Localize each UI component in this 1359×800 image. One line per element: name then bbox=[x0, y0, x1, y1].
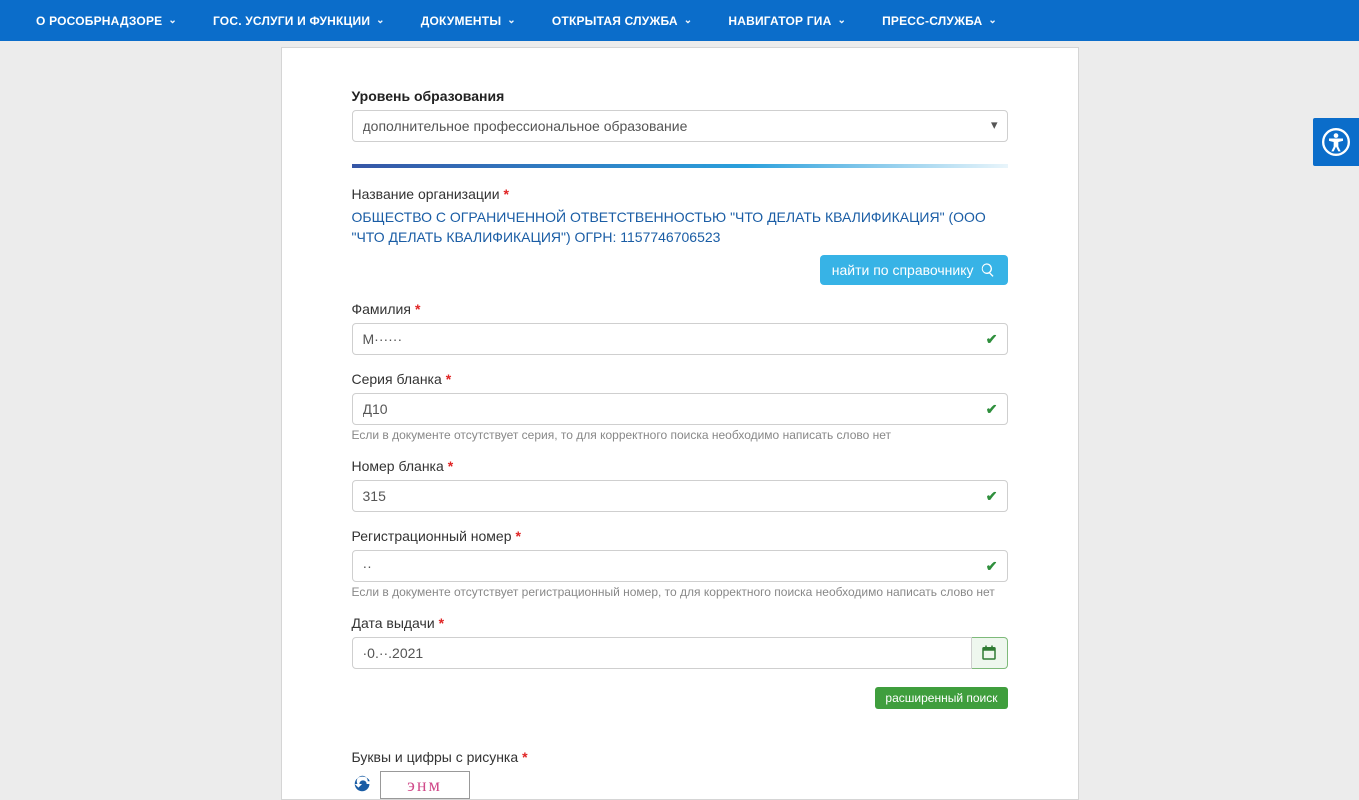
chevron-down-icon: ⌄ bbox=[988, 15, 997, 26]
calendar-button[interactable] bbox=[972, 637, 1008, 669]
chevron-down-icon: ⌄ bbox=[837, 15, 846, 26]
field-education-level: Уровень образования дополнительное профе… bbox=[352, 88, 1008, 142]
field-number: Номер бланка* ✔ bbox=[352, 458, 1008, 512]
series-input[interactable] bbox=[352, 393, 1008, 425]
chevron-down-icon: ⌄ bbox=[507, 15, 516, 26]
date-input[interactable] bbox=[352, 637, 972, 669]
regnumber-label: Регистрационный номер* bbox=[352, 528, 1008, 544]
number-label: Номер бланка* bbox=[352, 458, 1008, 474]
surname-label: Фамилия* bbox=[352, 301, 1008, 317]
lookup-button-label: найти по справочнику bbox=[832, 262, 974, 278]
org-label: Название организации* bbox=[352, 186, 1008, 202]
captcha-label: Буквы и цифры с рисунка* bbox=[352, 749, 1008, 765]
field-surname: Фамилия* ✔ bbox=[352, 301, 1008, 355]
nav-documents[interactable]: ДОКУМЕНТЫ ⌄ bbox=[403, 14, 534, 28]
captcha-image: энм bbox=[380, 771, 470, 799]
regnumber-input[interactable] bbox=[352, 550, 1008, 582]
check-icon: ✔ bbox=[986, 331, 998, 348]
captcha-row: энм bbox=[352, 771, 1008, 799]
regnumber-help: Если в документе отсутствует регистрацио… bbox=[352, 585, 1008, 599]
check-icon: ✔ bbox=[986, 558, 998, 575]
field-regnumber: Регистрационный номер* ✔ Если в документ… bbox=[352, 528, 1008, 599]
nav-press[interactable]: ПРЕСС-СЛУЖБА ⌄ bbox=[864, 14, 1015, 28]
surname-input[interactable] bbox=[352, 323, 1008, 355]
check-icon: ✔ bbox=[986, 488, 998, 505]
accessibility-button[interactable] bbox=[1313, 118, 1359, 166]
refresh-icon bbox=[352, 773, 374, 795]
nav-label: О РОСОБРНАДЗОРЕ bbox=[36, 14, 162, 28]
form-panel: Уровень образования дополнительное профе… bbox=[281, 47, 1079, 800]
advanced-search-button[interactable]: расширенный поиск bbox=[875, 687, 1007, 709]
education-level-select[interactable]: дополнительное профессиональное образова… bbox=[352, 110, 1008, 142]
field-series: Серия бланка* ✔ Если в документе отсутст… bbox=[352, 371, 1008, 442]
date-label: Дата выдачи* bbox=[352, 615, 1008, 631]
nav-label: ПРЕСС-СЛУЖБА bbox=[882, 14, 982, 28]
top-navbar: О РОСОБРНАДЗОРЕ ⌄ ГОС. УСЛУГИ И ФУНКЦИИ … bbox=[0, 0, 1359, 41]
org-name-text: ОБЩЕСТВО С ОГРАНИЧЕННОЙ ОТВЕТСТВЕННОСТЬЮ… bbox=[352, 208, 1008, 247]
series-help: Если в документе отсутствует серия, то д… bbox=[352, 428, 1008, 442]
nav-label: НАВИГАТОР ГИА bbox=[728, 14, 831, 28]
nav-label: ДОКУМЕНТЫ bbox=[421, 14, 502, 28]
nav-about[interactable]: О РОСОБРНАДЗОРЕ ⌄ bbox=[18, 14, 195, 28]
divider bbox=[352, 164, 1008, 168]
field-organization: Название организации* ОБЩЕСТВО С ОГРАНИЧ… bbox=[352, 186, 1008, 285]
nav-label: ГОС. УСЛУГИ И ФУНКЦИИ bbox=[213, 14, 370, 28]
field-date: Дата выдачи* bbox=[352, 615, 1008, 669]
chevron-down-icon: ⌄ bbox=[168, 15, 177, 26]
calendar-icon bbox=[980, 644, 998, 662]
nav-services[interactable]: ГОС. УСЛУГИ И ФУНКЦИИ ⌄ bbox=[195, 14, 403, 28]
lookup-button[interactable]: найти по справочнику bbox=[820, 255, 1008, 285]
nav-open-service[interactable]: ОТКРЫТАЯ СЛУЖБА ⌄ bbox=[534, 14, 710, 28]
captcha-refresh-button[interactable] bbox=[352, 773, 374, 798]
nav-gia[interactable]: НАВИГАТОР ГИА ⌄ bbox=[710, 14, 864, 28]
check-icon: ✔ bbox=[986, 401, 998, 418]
accessibility-icon bbox=[1322, 128, 1350, 156]
search-icon bbox=[980, 262, 996, 278]
chevron-down-icon: ⌄ bbox=[376, 15, 385, 26]
chevron-down-icon: ⌄ bbox=[684, 15, 693, 26]
education-level-label: Уровень образования bbox=[352, 88, 1008, 104]
series-label: Серия бланка* bbox=[352, 371, 1008, 387]
nav-label: ОТКРЫТАЯ СЛУЖБА bbox=[552, 14, 678, 28]
number-input[interactable] bbox=[352, 480, 1008, 512]
